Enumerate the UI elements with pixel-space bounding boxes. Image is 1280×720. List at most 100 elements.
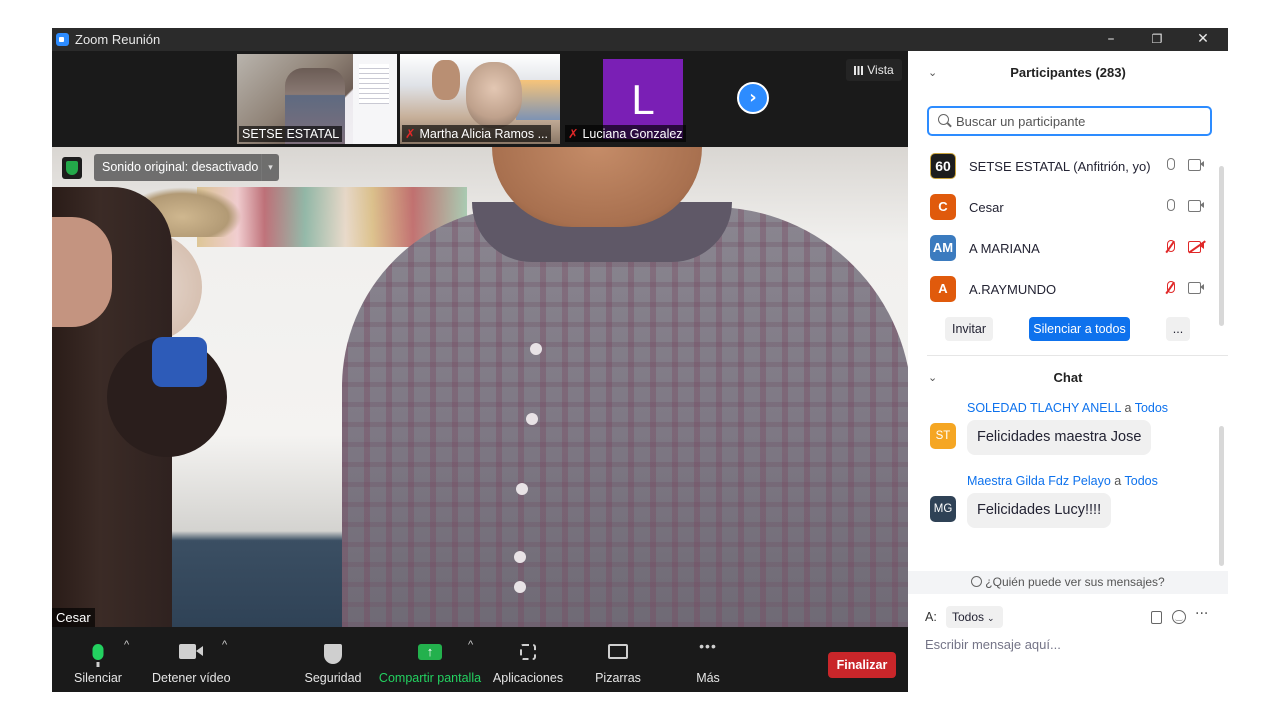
- sender-name: SOLEDAD TLACHY ANELL: [967, 401, 1122, 415]
- shirt-button: [514, 551, 526, 563]
- file-icon[interactable]: [1151, 611, 1162, 624]
- participants-scrollbar[interactable]: [1219, 166, 1224, 326]
- more-button[interactable]: ••• Más: [684, 627, 732, 692]
- original-sound-label: Sonido original: desactivado: [102, 160, 259, 174]
- chevron-up-icon: ^: [468, 639, 474, 651]
- share-screen-icon: ↑: [418, 644, 442, 660]
- participant-row[interactable]: AM A MARIANA: [908, 228, 1218, 269]
- encryption-shield-icon[interactable]: [62, 157, 82, 179]
- minimize-button[interactable]: –: [1088, 28, 1134, 51]
- audio-options-button[interactable]: ^: [124, 627, 136, 692]
- recipient-select[interactable]: Todos ⌄: [946, 606, 1003, 628]
- participant-name: Cesar: [969, 200, 1004, 215]
- whiteboards-button[interactable]: Pizarras: [592, 627, 644, 692]
- microphone-icon[interactable]: [1167, 199, 1175, 211]
- participant-row[interactable]: A A.RAYMUNDO: [908, 269, 1218, 310]
- video-camera-icon[interactable]: [1188, 282, 1205, 294]
- chat-sender: SOLEDAD TLACHY ANELL a Todos: [967, 401, 1168, 415]
- chevron-up-icon: ^: [124, 639, 130, 651]
- participant-name: SETSE ESTATAL (Anfitrión, yo): [969, 159, 1151, 174]
- thumbnail-video[interactable]: ✗ Martha Alicia Ramos ...: [400, 54, 560, 144]
- speaker-name-tag: Cesar: [52, 608, 95, 627]
- microphone-muted-icon[interactable]: [1167, 240, 1175, 252]
- stop-video-label: Detener vídeo: [152, 671, 231, 685]
- chat-scrollbar[interactable]: [1219, 426, 1224, 566]
- more-dots-icon[interactable]: ···: [1195, 606, 1208, 622]
- video-camera-icon[interactable]: [1188, 200, 1205, 212]
- chat-bubble: Felicidades Lucy!!!!: [967, 493, 1112, 528]
- invite-button[interactable]: Invitar: [945, 317, 993, 341]
- apps-button[interactable]: Aplicaciones: [492, 627, 564, 692]
- more-dots-icon: •••: [699, 638, 717, 654]
- recipient-name: Todos: [1124, 474, 1158, 488]
- participant-row[interactable]: 60 SETSE ESTATAL (Anfitrión, yo): [908, 146, 1218, 187]
- search-icon: [938, 114, 949, 125]
- avatar: ST: [930, 423, 956, 449]
- shirt-button: [514, 581, 526, 593]
- next-page-arrow-icon[interactable]: ›: [737, 82, 769, 114]
- end-meeting-button[interactable]: Finalizar: [828, 652, 896, 678]
- security-button[interactable]: Seguridad: [304, 627, 362, 692]
- video-camera-off-icon[interactable]: [1188, 240, 1206, 254]
- microphone-icon: [92, 644, 104, 667]
- avatar: AM: [930, 235, 956, 261]
- emoji-icon[interactable]: ‿: [1172, 610, 1186, 624]
- avatar: 60: [930, 153, 956, 179]
- whiteboards-label: Pizarras: [595, 671, 641, 685]
- background-image: [516, 80, 560, 120]
- participant-name: A.RAYMUNDO: [969, 282, 1057, 297]
- microphone-icon[interactable]: [1167, 158, 1175, 170]
- chat-title: Chat: [1053, 370, 1083, 385]
- thumbnail-name: SETSE ESTATAL: [239, 126, 343, 142]
- speaker-shirt-image: [342, 207, 908, 627]
- participants-title: Participantes (283): [1010, 65, 1126, 80]
- more-options-button[interactable]: ...: [1166, 317, 1190, 341]
- video-camera-icon[interactable]: [1188, 159, 1205, 171]
- hand-image: [432, 60, 460, 100]
- video-camera-icon: [179, 644, 203, 659]
- chat-message-input[interactable]: Escribir mensaje aquí...: [925, 637, 1061, 652]
- view-button-label: Vista: [867, 63, 894, 77]
- share-screen-button[interactable]: ↑ Compartir pantalla: [378, 627, 482, 692]
- recipient-name: Todos: [1134, 401, 1169, 415]
- window-title: Zoom Reunión: [75, 32, 161, 47]
- blue-object: [152, 337, 207, 387]
- original-sound-toggle[interactable]: Sonido original: desactivado ▾: [94, 154, 279, 181]
- avatar: A: [930, 276, 956, 302]
- thumbnail-strip: SETSE ESTATAL ✗ Martha Alicia Ramos ... L…: [52, 51, 908, 147]
- search-placeholder: Buscar un participante: [956, 114, 1086, 129]
- restore-button[interactable]: ❐: [1134, 28, 1180, 51]
- video-stage: SETSE ESTATAL ✗ Martha Alicia Ramos ... L…: [52, 51, 908, 627]
- share-screen-label: Compartir pantalla: [378, 671, 482, 685]
- participant-name: A MARIANA: [969, 241, 1040, 256]
- who-can-see-messages-link[interactable]: ¿Quién puede ver sus mensajes?: [908, 571, 1228, 594]
- close-button[interactable]: ✕: [1180, 28, 1226, 51]
- thumbnail-video[interactable]: L ✗ Luciana Gonzalez: [563, 54, 723, 144]
- shirt-button: [530, 343, 542, 355]
- chat-header: ⌄ Chat: [908, 356, 1228, 400]
- collapse-chevron-icon[interactable]: ⌄: [928, 356, 937, 400]
- whiteboard-icon: [608, 644, 628, 659]
- meeting-toolbar: Silenciar ^ Detener vídeo ^ Seguridad ↑ …: [52, 627, 908, 692]
- people-icon: [971, 576, 983, 587]
- shirt-button: [526, 413, 538, 425]
- person-left-face: [52, 217, 112, 327]
- participant-search-input[interactable]: Buscar un participante: [927, 106, 1212, 136]
- shared-document-image: [353, 54, 397, 144]
- stop-video-button[interactable]: Detener vídeo: [152, 627, 231, 692]
- share-options-button[interactable]: ^: [468, 627, 480, 692]
- chevron-down-icon[interactable]: ▾: [261, 154, 279, 181]
- avatar: MG: [930, 496, 956, 522]
- mic-muted-icon: ✗: [568, 127, 579, 141]
- mute-button[interactable]: Silenciar: [72, 627, 124, 692]
- video-options-button[interactable]: ^: [222, 627, 234, 692]
- title-bar: Zoom Reunión – ❐ ✕: [52, 28, 1228, 51]
- participant-video-image: [466, 62, 522, 128]
- avatar: C: [930, 194, 956, 220]
- view-button[interactable]: Vista: [846, 59, 902, 81]
- thumbnail-video[interactable]: SETSE ESTATAL: [237, 54, 397, 144]
- mute-all-button[interactable]: Silenciar a todos: [1029, 317, 1130, 341]
- participant-row[interactable]: C Cesar: [908, 187, 1218, 228]
- microphone-muted-icon[interactable]: [1167, 281, 1175, 293]
- collapse-chevron-icon[interactable]: ⌄: [928, 51, 937, 95]
